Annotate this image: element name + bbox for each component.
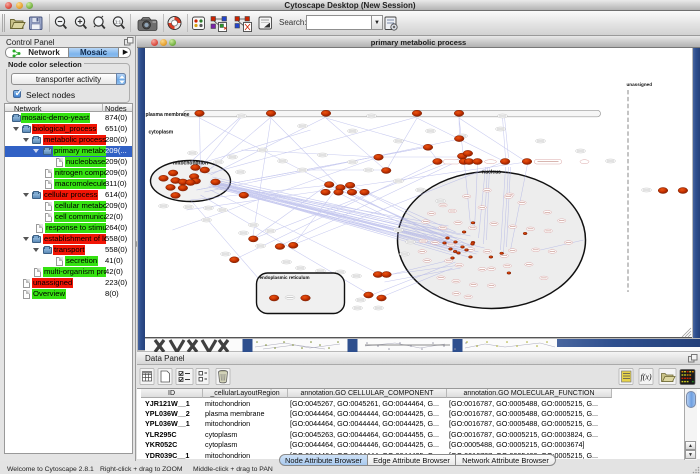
svg-text:unassigned: unassigned [626, 82, 652, 87]
svg-text:f(x): f(x) [640, 373, 651, 382]
svg-text:endoplasmic reticulum: endoplasmic reticulum [259, 275, 309, 280]
svg-text:plasma membrane: plasma membrane [145, 112, 189, 118]
svg-text:mitochondrion: mitochondrion [173, 161, 208, 167]
svg-text:1:1: 1:1 [115, 19, 122, 24]
svg-text:cytoplasm: cytoplasm [148, 130, 173, 136]
svg-text:nucleus: nucleus [482, 170, 501, 176]
